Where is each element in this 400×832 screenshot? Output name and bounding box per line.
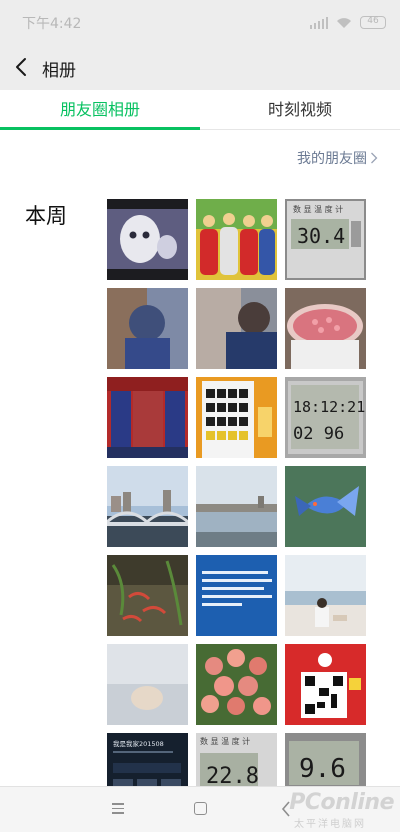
watermark-logo: PConline: [289, 790, 394, 815]
photo-blurred-fog[interactable]: [107, 644, 188, 725]
tab-moment-videos[interactable]: 时刻视频: [200, 90, 400, 130]
battery-level: 46: [367, 15, 379, 26]
menu-key-icon[interactable]: [112, 803, 124, 815]
photo-blurred-child-1[interactable]: [107, 288, 188, 369]
status-time: 下午4:42: [22, 16, 82, 32]
chevron-right-icon: [371, 152, 378, 164]
home-key-icon[interactable]: [194, 802, 207, 815]
photo-blue-notice[interactable]: [196, 555, 277, 636]
photo-bridge-city[interactable]: [107, 466, 188, 547]
clock-time: 18:12:21: [293, 398, 365, 416]
phone-screen-title: 我是我家201508: [113, 739, 164, 748]
photo-thermometer-1[interactable]: 数 显 温 度 计 30.4: [285, 199, 366, 280]
thermo-caption-2: 数 显 温 度 计: [200, 736, 250, 746]
nav-bar: 相册: [0, 44, 400, 90]
photo-blurred-child-2[interactable]: [196, 288, 277, 369]
clock-date: 02 96: [293, 424, 344, 444]
wifi-icon: [336, 16, 352, 29]
photo-qr-code-card[interactable]: [285, 644, 366, 725]
tab-bar: 朋友圈相册 时刻视频: [0, 90, 400, 130]
signal-icon: [310, 16, 328, 29]
my-moments-label: 我的朋友圈: [297, 151, 367, 167]
tab-moments-album[interactable]: 朋友圈相册: [0, 90, 200, 130]
photo-plush-toys[interactable]: [196, 199, 277, 280]
photo-ghost-cartoon[interactable]: [107, 199, 188, 280]
thermo-caption-1: 数 显 温 度 计: [293, 204, 343, 214]
section-label-this-week: 本周: [25, 204, 67, 228]
photo-betta-fish[interactable]: [285, 466, 366, 547]
tab-active-indicator: [0, 127, 200, 130]
status-icons: 46: [310, 13, 386, 31]
photo-pink-roses[interactable]: [196, 644, 277, 725]
photo-digital-clock[interactable]: 18:12:21 02 96: [285, 377, 366, 458]
photo-pink-food-bowl[interactable]: [285, 288, 366, 369]
thermo-reading-1: 30.4: [297, 224, 345, 248]
photo-red-door[interactable]: [107, 377, 188, 458]
page-title: 相册: [42, 61, 76, 81]
watermark-subtitle: 太平洋电脑网: [294, 819, 366, 830]
photo-shrimp-tank[interactable]: [107, 555, 188, 636]
photo-beach[interactable]: [285, 555, 366, 636]
my-moments-link[interactable]: 我的朋友圈: [297, 148, 378, 168]
photo-vending-machine[interactable]: [196, 377, 277, 458]
photo-river-city[interactable]: [196, 466, 277, 547]
back-icon[interactable]: [10, 55, 34, 79]
thermo-reading-3: 9.6: [299, 754, 346, 784]
status-bar: 下午4:42 46: [0, 0, 400, 44]
battery-icon: 46: [360, 15, 386, 29]
